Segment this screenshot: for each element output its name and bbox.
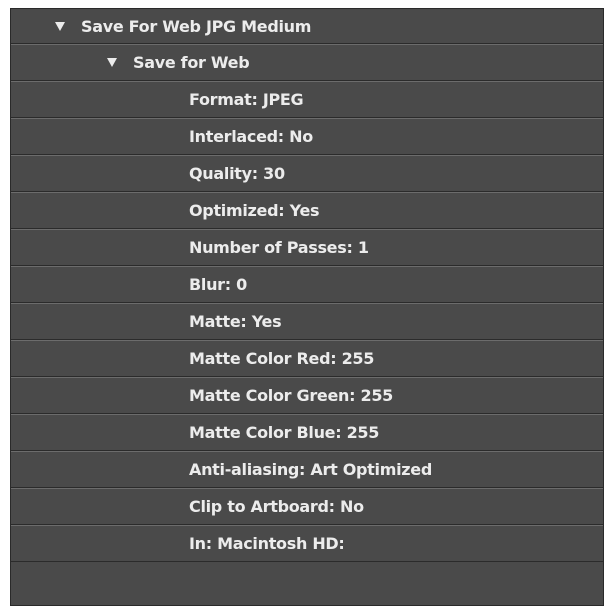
property-label: Matte Color Blue: 255 xyxy=(189,423,380,442)
property-label: Clip to Artboard: No xyxy=(189,497,364,516)
property-row-optimized[interactable]: Optimized: Yes xyxy=(11,192,603,229)
action-set-label: Save For Web JPG Medium xyxy=(81,16,312,36)
property-row-quality[interactable]: Quality: 30 xyxy=(11,155,603,192)
property-row-interlaced[interactable]: Interlaced: No xyxy=(11,118,603,155)
property-row-format[interactable]: Format: JPEG xyxy=(11,81,603,118)
expand-triangle-icon[interactable] xyxy=(107,58,117,67)
property-row-matte-green[interactable]: Matte Color Green: 255 xyxy=(11,377,603,414)
property-label: Matte: Yes xyxy=(189,312,282,331)
property-row-matte-red[interactable]: Matte Color Red: 255 xyxy=(11,340,603,377)
property-row-passes[interactable]: Number of Passes: 1 xyxy=(11,229,603,266)
property-row-location[interactable]: In: Macintosh HD: xyxy=(11,525,603,562)
property-label: Anti-aliasing: Art Optimized xyxy=(189,460,432,479)
property-label: Blur: 0 xyxy=(189,275,247,294)
property-row-blur[interactable]: Blur: 0 xyxy=(11,266,603,303)
property-label: In: Macintosh HD: xyxy=(189,534,345,553)
property-row-anti-aliasing[interactable]: Anti-aliasing: Art Optimized xyxy=(11,451,603,488)
action-step-row[interactable]: Save for Web xyxy=(11,44,603,81)
action-step-label: Save for Web xyxy=(133,53,250,72)
property-label: Matte Color Green: 255 xyxy=(189,386,393,405)
property-label: Matte Color Red: 255 xyxy=(189,349,375,368)
property-label: Interlaced: No xyxy=(189,127,313,146)
expand-triangle-icon[interactable] xyxy=(55,21,65,31)
property-label: Number of Passes: 1 xyxy=(189,238,369,257)
property-label: Optimized: Yes xyxy=(189,201,320,220)
property-label: Format: JPEG xyxy=(189,90,304,109)
property-row-clip-to-artboard[interactable]: Clip to Artboard: No xyxy=(11,488,603,525)
property-row-matte[interactable]: Matte: Yes xyxy=(11,303,603,340)
action-set-row[interactable]: Save For Web JPG Medium xyxy=(11,9,603,44)
property-label: Quality: 30 xyxy=(189,164,285,183)
property-row-matte-blue[interactable]: Matte Color Blue: 255 xyxy=(11,414,603,451)
actions-panel: Save For Web JPG Medium Save for Web For… xyxy=(10,8,604,606)
